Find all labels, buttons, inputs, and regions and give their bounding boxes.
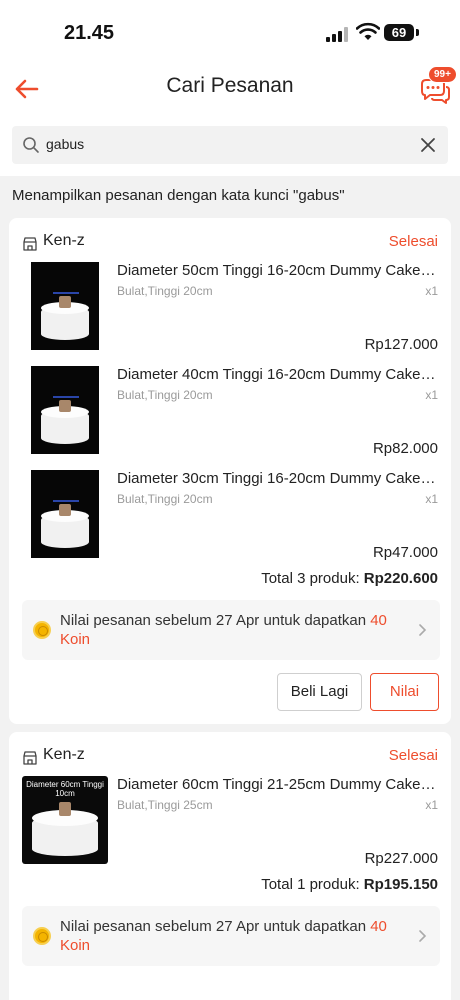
search-input[interactable] — [46, 136, 406, 152]
product-name: Diameter 40cm Tinggi 16-20cm Dummy Cake … — [117, 366, 439, 383]
promo-text: Nilai pesanan sebelum 27 Apr untuk dapat… — [60, 611, 410, 649]
product-image: Diameter 60cm Tinggi 10cm — [22, 776, 108, 864]
promo-message: Nilai pesanan sebelum 27 Apr untuk dapat… — [60, 918, 371, 935]
wifi-icon — [356, 22, 380, 40]
app-header: Cari Pesanan 99+ — [0, 62, 460, 118]
result-info-text: Menampilkan pesanan dengan kata kunci "g… — [12, 187, 345, 204]
order-total-value: Rp195.150 — [363, 876, 438, 893]
product-image-caption: Diameter 60cm Tinggi 10cm — [26, 780, 104, 798]
order-total: Total 3 produk: Rp220.600 — [261, 570, 438, 587]
status-time: 21.45 — [64, 22, 115, 44]
battery-cap — [416, 29, 419, 36]
product-price: Rp127.000 — [364, 336, 438, 353]
result-info-bar: Menampilkan pesanan dengan kata kunci "g… — [0, 178, 460, 214]
shop-name[interactable]: Ken-z — [43, 746, 85, 764]
product-variant: Bulat,Tinggi 20cm — [117, 284, 213, 298]
rating-promo-banner[interactable]: Nilai pesanan sebelum 27 Apr untuk dapat… — [22, 906, 440, 966]
coin-icon — [33, 621, 51, 639]
order-card[interactable]: Ken-z Selesai Diameter 60cm Tinggi 10cm … — [9, 732, 451, 1000]
order-item[interactable]: Diameter 60cm Tinggi 10cm Diameter 60cm … — [9, 776, 451, 880]
search-box[interactable] — [12, 126, 448, 164]
order-card[interactable]: Ken-z Selesai Diameter 50cm Tinggi 16-20… — [9, 218, 451, 724]
order-item[interactable]: Diameter 40cm Tinggi 16-20cm Dummy Cake … — [9, 366, 451, 470]
promo-message: Nilai pesanan sebelum 27 Apr untuk dapat… — [60, 612, 371, 629]
order-item[interactable]: Diameter 30cm Tinggi 16-20cm Dummy Cake … — [9, 470, 451, 574]
search-icon — [23, 137, 39, 153]
product-price: Rp227.000 — [364, 850, 438, 867]
product-image — [31, 470, 99, 558]
product-price: Rp47.000 — [372, 544, 438, 561]
order-total-value: Rp220.600 — [363, 570, 438, 587]
product-quantity: x1 — [425, 492, 438, 506]
product-name: Diameter 60cm Tinggi 21-25cm Dummy Cake … — [117, 776, 439, 793]
chevron-right-icon — [419, 930, 427, 942]
product-image — [31, 262, 99, 350]
product-image — [31, 366, 99, 454]
order-total-label: Total 3 produk: — [261, 570, 364, 587]
shop-icon — [23, 237, 37, 251]
shop-icon — [23, 751, 37, 765]
order-total: Total 1 produk: Rp195.150 — [261, 876, 438, 893]
order-status: Selesai — [388, 747, 438, 764]
product-variant: Bulat,Tinggi 20cm — [117, 388, 213, 402]
chevron-right-icon — [419, 624, 427, 636]
cellular-signal-icon — [326, 26, 350, 42]
product-price: Rp82.000 — [372, 440, 438, 457]
product-quantity: x1 — [425, 284, 438, 298]
coin-icon — [33, 927, 51, 945]
product-quantity: x1 — [425, 388, 438, 402]
clear-icon[interactable] — [418, 135, 438, 155]
product-variant: Bulat,Tinggi 20cm — [117, 492, 213, 506]
status-bar: 21.45 69 — [0, 0, 460, 62]
order-total-label: Total 1 produk: — [261, 876, 364, 893]
rate-button[interactable]: Nilai — [370, 673, 439, 711]
rating-promo-banner[interactable]: Nilai pesanan sebelum 27 Apr untuk dapat… — [22, 600, 440, 660]
order-item[interactable]: Diameter 50cm Tinggi 16-20cm Dummy Cake … — [9, 262, 451, 366]
product-quantity: x1 — [425, 798, 438, 812]
promo-text: Nilai pesanan sebelum 27 Apr untuk dapat… — [60, 917, 410, 955]
shop-name[interactable]: Ken-z — [43, 232, 85, 250]
search-bar-container — [0, 118, 460, 176]
page-title: Cari Pesanan — [166, 74, 294, 97]
product-name: Diameter 30cm Tinggi 16-20cm Dummy Cake … — [117, 470, 439, 487]
order-status: Selesai — [388, 233, 438, 250]
chat-badge: 99+ — [428, 66, 457, 83]
product-variant: Bulat,Tinggi 25cm — [117, 798, 213, 812]
buy-again-button[interactable]: Beli Lagi — [277, 673, 362, 711]
product-name: Diameter 50cm Tinggi 16-20cm Dummy Cake … — [117, 262, 439, 279]
battery-indicator: 69 — [384, 24, 414, 41]
